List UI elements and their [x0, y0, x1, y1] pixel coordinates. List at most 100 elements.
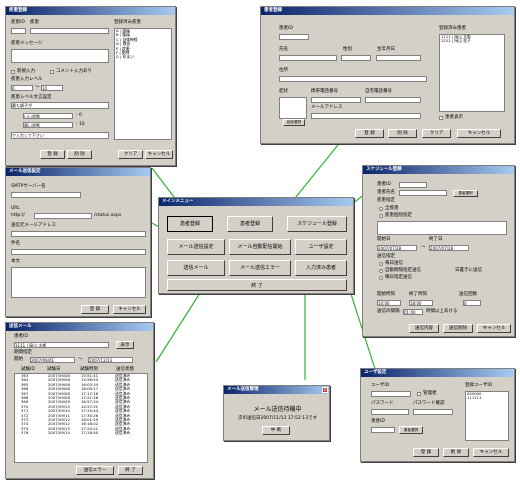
mail-input[interactable]	[311, 113, 421, 119]
schedule-name-input[interactable]	[399, 190, 447, 196]
body-textarea[interactable]	[11, 267, 146, 298]
good-state-input[interactable]: いい状態	[23, 113, 73, 119]
list-item[interactable]: 2222 | 岡山 花子	[440, 38, 504, 43]
sex-select[interactable]	[341, 55, 371, 61]
all-disease-radio[interactable]	[379, 207, 383, 211]
exit-button[interactable]: 終 了	[118, 466, 143, 475]
new-input-checkbox[interactable]	[11, 70, 15, 74]
time-end-input[interactable]: 18:00	[409, 300, 433, 306]
cancel-button[interactable]: キャンセル	[473, 448, 509, 457]
clear-button[interactable]: クリア	[118, 150, 143, 159]
cancel-button[interactable]: キャンセル	[113, 305, 146, 314]
password-label: パスワード	[371, 401, 394, 406]
table-cell: 送信済み	[115, 430, 131, 436]
mail-settings-button[interactable]: メール送信設定	[167, 239, 225, 255]
symptom-list[interactable]	[279, 97, 307, 119]
schedule-register-button[interactable]: スケジュール登録	[287, 216, 347, 232]
count-input[interactable]: 0	[463, 300, 481, 306]
patient-id-input[interactable]	[279, 34, 309, 40]
end-date-input[interactable]: 2007/07/28	[429, 245, 469, 251]
cancel-button[interactable]: キャンセル	[477, 324, 511, 333]
register-button[interactable]: 登 録	[413, 448, 439, 457]
period-end-input[interactable]: 2007/12/13	[88, 357, 133, 363]
table-cell: 17:28:50	[81, 430, 99, 436]
patient-name-input[interactable]	[279, 55, 337, 61]
smtp-input[interactable]	[11, 192, 81, 198]
register-button[interactable]: 登 録	[40, 150, 65, 159]
password-input[interactable]	[371, 409, 409, 415]
disease-register-button[interactable]: 患者登録	[167, 216, 213, 232]
level-from-input[interactable]: 0	[11, 85, 33, 91]
schedule-patient-input[interactable]	[399, 182, 427, 188]
time-start-input[interactable]: 10:00	[377, 300, 401, 306]
user-patient-label: 患者ID	[371, 419, 385, 424]
exit-button[interactable]: 終 了	[167, 279, 347, 291]
sent-mail-button[interactable]: 送信メール	[167, 260, 225, 276]
select-symptom-button[interactable]: 症状選択	[283, 119, 305, 126]
disease-grid[interactable]	[377, 221, 507, 235]
user-settings-button[interactable]: ユーザ設定	[295, 239, 347, 255]
show-button[interactable]: 表示	[116, 341, 134, 349]
password-confirm-input[interactable]	[413, 409, 453, 415]
sent-table[interactable]: 363 2007/09/08 15:51:41 送信済み 364 2007/09/08 15…	[14, 373, 148, 463]
auto-send-start-button[interactable]: メール自動配信開始	[229, 239, 291, 255]
send-error-button[interactable]: メール送信エラー	[229, 260, 291, 276]
select-patient-button[interactable]: 患者選択	[453, 190, 478, 197]
col-status: 送信状態	[116, 367, 134, 372]
birth-input[interactable]	[376, 55, 421, 61]
patient-list[interactable]: 1111 | 岡山 太郎 2222 | 岡山 花子	[439, 34, 505, 112]
mobile-input[interactable]	[311, 97, 361, 103]
address-input[interactable]	[279, 76, 427, 82]
delete-button[interactable]: 削 除	[443, 448, 469, 457]
bad-state-input[interactable]: 悪い状態	[23, 122, 73, 128]
start-date-input[interactable]: 2007/07/28	[377, 245, 417, 251]
close-icon[interactable]: ✕	[322, 387, 328, 393]
schedule-name-label: 患者氏名	[377, 190, 395, 195]
patient-register-button[interactable]: 患者登録	[227, 216, 273, 232]
admin-checkbox[interactable]	[417, 392, 421, 396]
level-text-label: 疾患レベル文言設定	[11, 95, 52, 100]
user-patient-input[interactable]	[371, 427, 395, 433]
list-item[interactable]: G | めまい	[115, 54, 171, 59]
cancel-button[interactable]: キャンセル	[457, 129, 501, 138]
level-text-input[interactable]: 最も調子が	[11, 102, 109, 109]
disease-name-input[interactable]	[30, 28, 109, 34]
period-start-input[interactable]: 2007/09/01	[30, 357, 75, 363]
level-to-input[interactable]: 10	[41, 85, 63, 91]
sent-patient-select[interactable]: 1111 | 岡山 太郎	[14, 342, 109, 348]
specified-disease-radio[interactable]	[379, 214, 383, 218]
user-id-input[interactable]	[371, 391, 411, 397]
home-phone-input[interactable]	[365, 97, 421, 103]
gap-input[interactable]: 01:00	[403, 309, 423, 315]
from-address-input[interactable]	[11, 231, 146, 237]
subject-input[interactable]	[11, 249, 146, 255]
select-patient-button[interactable]: 患者選択	[399, 426, 423, 434]
disease-message-input[interactable]	[11, 49, 109, 63]
clear-button[interactable]: クリア	[422, 129, 451, 138]
disease-id-input[interactable]	[11, 28, 26, 34]
show-deleted-checkbox[interactable]	[439, 116, 443, 120]
delete-button[interactable]: 削 除	[388, 129, 417, 138]
comment-checkbox[interactable]	[50, 70, 54, 74]
delete-button[interactable]: 削 除	[67, 150, 92, 159]
mail-label: メールアドレス	[311, 105, 343, 110]
table-row[interactable]: 376 2007/09/14 17:28:50 送信済み	[15, 430, 147, 436]
register-button[interactable]: 登 録	[81, 305, 109, 314]
weekday-radio[interactable]	[379, 276, 383, 280]
cancel-button[interactable]: キャンセル	[145, 150, 173, 159]
send-delete-button[interactable]: 送信削除	[443, 324, 473, 333]
disease-list[interactable]: A | 頭痛 B | 腹痛 C | 自律神経 D | 食欲 E | 疾患 F |…	[114, 28, 172, 140]
password-confirm-label: パスワード確認	[413, 401, 445, 406]
send-error-button[interactable]: 送信エラー	[76, 466, 114, 475]
register-button[interactable]: 登 録	[355, 129, 384, 138]
list-item[interactable]: 111111	[466, 395, 508, 400]
stop-button[interactable]: 中 断	[262, 426, 290, 435]
entered-patients-button[interactable]: 入力済み患者	[295, 260, 347, 276]
schedule-window: スケジュール登録 患者ID 患者氏名 患者選択 疾患指定 全疾患 疾患個別指定 …	[362, 165, 515, 337]
user-list[interactable]: 000000 111111	[465, 391, 509, 441]
auto-interval-radio[interactable]	[379, 269, 383, 273]
hint-input[interactable]: で入力して下さい	[11, 132, 109, 139]
send-content-button[interactable]: 送信内容	[409, 324, 439, 333]
daily-radio[interactable]	[379, 262, 383, 266]
url-input[interactable]	[34, 213, 92, 219]
